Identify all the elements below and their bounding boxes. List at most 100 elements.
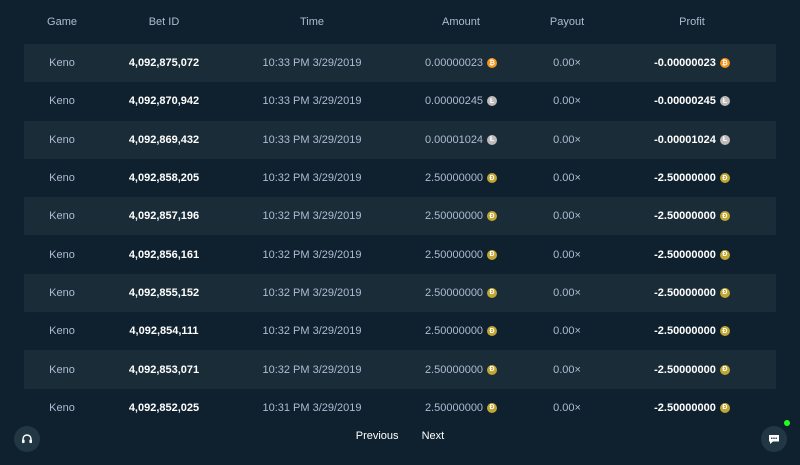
cell-profit: -2.50000000 Ð (608, 158, 776, 198)
cell-profit: -2.50000000 Ð (608, 235, 776, 274)
doge-icon: Ð (487, 364, 498, 375)
amount-value: 2.50000000 (424, 286, 484, 299)
amount-value: 2.50000000 (424, 210, 484, 223)
cell-payout: 0.00× (526, 158, 608, 198)
cell-time: 10:32 PM 3/29/2019 (228, 273, 396, 313)
cell-amount: 2.50000000 Ð (396, 312, 526, 351)
online-status-dot (784, 420, 790, 426)
chat-button[interactable] (761, 426, 787, 452)
doge-icon: Ð (719, 364, 730, 375)
doge-icon: Ð (487, 249, 498, 260)
profit-value: -2.50000000 (654, 363, 716, 376)
cell-payout: 0.00× (526, 273, 608, 313)
cell-game: Keno (24, 388, 100, 427)
column-header-profit: Profit (679, 16, 705, 28)
cell-bet-id[interactable]: 4,092,853,071 (100, 350, 228, 389)
cell-payout: 0.00× (526, 312, 608, 351)
previous-page-button[interactable]: Previous (356, 430, 399, 442)
table-row[interactable]: Keno 4,092,870,942 10:33 PM 3/29/2019 0.000… (24, 82, 776, 121)
ltc-icon: Ł (719, 96, 730, 107)
cell-profit: -2.50000000 Ð (608, 197, 776, 236)
btc-icon: ₿ (719, 58, 730, 69)
headset-icon (22, 434, 32, 444)
cell-payout: 0.00× (526, 44, 608, 83)
cell-bet-id[interactable]: 4,092,854,111 (100, 312, 228, 351)
table-row[interactable]: Keno 4,092,858,205 10:32 PM 3/29/2019 2.500… (24, 158, 776, 198)
cell-time: 10:32 PM 3/29/2019 (228, 197, 396, 236)
cell-amount: 2.50000000 Ð (396, 235, 526, 274)
table-row[interactable]: Keno 4,092,869,432 10:33 PM 3/29/2019 0.000… (24, 120, 776, 159)
doge-icon: Ð (487, 402, 498, 413)
cell-payout: 0.00× (526, 120, 608, 159)
amount-value: 0.00001024 (424, 133, 484, 146)
bets-panel: Game Bet ID Time Amount Payout Profit Ke… (24, 0, 776, 465)
table-row[interactable]: Keno 4,092,854,111 10:32 PM 3/29/2019 2.500… (24, 312, 776, 351)
table-header-row: Game Bet ID Time Amount Payout Profit (24, 0, 776, 44)
amount-value: 2.50000000 (424, 363, 484, 376)
cell-time: 10:32 PM 3/29/2019 (228, 350, 396, 389)
table-row[interactable]: Keno 4,092,853,071 10:32 PM 3/29/2019 2.500… (24, 350, 776, 389)
cell-time: 10:32 PM 3/29/2019 (228, 312, 396, 351)
pagination: Previous Next (0, 430, 800, 442)
cell-time: 10:31 PM 3/29/2019 (228, 388, 396, 427)
ltc-icon: Ł (487, 96, 498, 107)
table-row[interactable]: Keno 4,092,875,072 10:33 PM 3/29/2019 0.000… (24, 44, 776, 83)
cell-amount: 2.50000000 Ð (396, 273, 526, 313)
cell-bet-id[interactable]: 4,092,852,025 (100, 388, 228, 427)
cell-payout: 0.00× (526, 388, 608, 427)
doge-icon: Ð (719, 249, 730, 260)
cell-amount: 2.50000000 Ð (396, 350, 526, 389)
cell-amount: 0.00000023 ₿ (396, 44, 526, 83)
cell-game: Keno (24, 312, 100, 351)
amount-value: 0.00000023 (424, 57, 484, 70)
column-header-game: Game (47, 16, 77, 28)
support-button[interactable] (14, 426, 40, 452)
column-header-amount: Amount (442, 16, 480, 28)
profit-value: -0.00001024 (654, 133, 716, 146)
column-header-time: Time (299, 16, 325, 28)
amount-value: 2.50000000 (424, 325, 484, 338)
cell-time: 10:33 PM 3/29/2019 (228, 82, 396, 121)
cell-bet-id[interactable]: 4,092,869,432 (100, 120, 228, 159)
profit-value: -2.50000000 (654, 325, 716, 338)
amount-value: 2.50000000 (424, 172, 484, 185)
amount-value: 0.00000245 (424, 95, 484, 108)
cell-payout: 0.00× (526, 197, 608, 236)
cell-time: 10:33 PM 3/29/2019 (228, 44, 396, 83)
cell-bet-id[interactable]: 4,092,870,942 (100, 82, 228, 121)
chat-icon (769, 435, 779, 444)
doge-icon: Ð (487, 326, 498, 337)
table-row[interactable]: Keno 4,092,857,196 10:32 PM 3/29/2019 2.500… (24, 197, 776, 236)
amount-value: 2.50000000 (424, 401, 484, 414)
cell-bet-id[interactable]: 4,092,856,161 (100, 235, 228, 274)
cell-profit: -2.50000000 Ð (608, 312, 776, 351)
cell-time: 10:32 PM 3/29/2019 (228, 158, 396, 198)
doge-icon: Ð (719, 287, 730, 298)
doge-icon: Ð (719, 211, 730, 222)
cell-game: Keno (24, 158, 100, 198)
cell-game: Keno (24, 82, 100, 121)
table-row[interactable]: Keno 4,092,855,152 10:32 PM 3/29/2019 2.500… (24, 273, 776, 313)
bets-table: Game Bet ID Time Amount Payout Profit Ke… (24, 0, 776, 427)
cell-amount: 0.00001024 Ł (396, 120, 526, 159)
profit-value: -2.50000000 (654, 286, 716, 299)
ltc-icon: Ł (719, 134, 730, 145)
cell-bet-id[interactable]: 4,092,857,196 (100, 197, 228, 236)
cell-bet-id[interactable]: 4,092,858,205 (100, 158, 228, 198)
profit-value: -0.00000023 (654, 57, 716, 70)
table-row[interactable]: Keno 4,092,852,025 10:31 PM 3/29/2019 2.500… (24, 388, 776, 427)
table-row[interactable]: Keno 4,092,856,161 10:32 PM 3/29/2019 2.500… (24, 235, 776, 274)
next-page-button[interactable]: Next (422, 430, 445, 442)
btc-icon: ₿ (487, 58, 498, 69)
profit-value: -2.50000000 (654, 210, 716, 223)
cell-time: 10:32 PM 3/29/2019 (228, 235, 396, 274)
cell-bet-id[interactable]: 4,092,855,152 (100, 273, 228, 313)
column-header-bet-id: Bet ID (148, 16, 180, 28)
profit-value: -0.00000245 (654, 95, 716, 108)
cell-profit: -0.00000245 Ł (608, 82, 776, 121)
cell-game: Keno (24, 44, 100, 83)
cell-bet-id[interactable]: 4,092,875,072 (100, 44, 228, 83)
doge-icon: Ð (719, 326, 730, 337)
doge-icon: Ð (487, 211, 498, 222)
cell-profit: -2.50000000 Ð (608, 273, 776, 313)
